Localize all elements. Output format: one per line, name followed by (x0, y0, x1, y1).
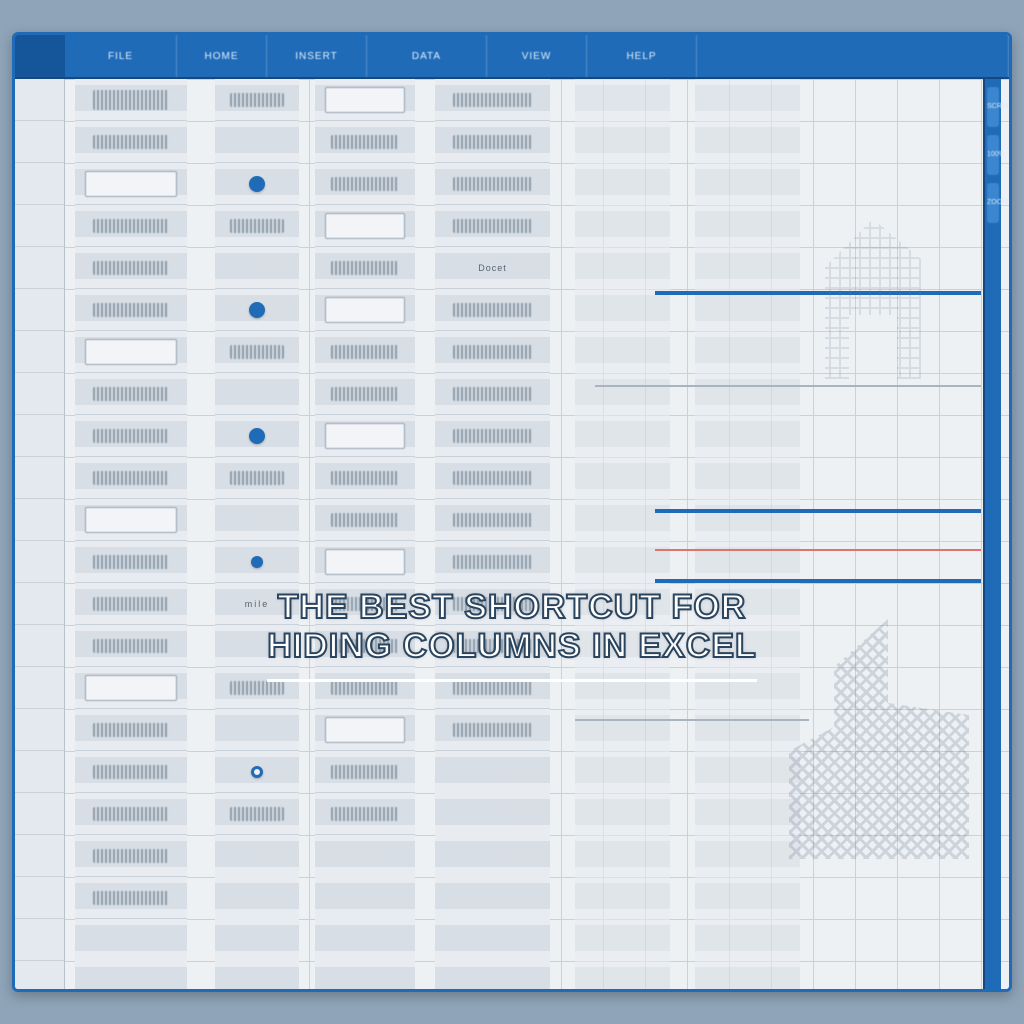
col-header[interactable] (697, 35, 1009, 77)
row-header-gutter[interactable] (15, 79, 65, 989)
col-header[interactable]: DATA (367, 35, 487, 77)
col-header[interactable]: FILE (65, 35, 177, 77)
bullet-marker (215, 415, 299, 457)
chart-line (575, 719, 809, 721)
chart-line (655, 579, 981, 583)
cell-text: Docet (435, 247, 550, 289)
chart-line (595, 385, 981, 387)
col-header[interactable]: VIEW (487, 35, 587, 77)
data-column[interactable]: mile (215, 79, 299, 989)
select-all-corner[interactable] (15, 35, 65, 77)
data-column[interactable] (315, 79, 415, 989)
col-header[interactable]: HELP (587, 35, 697, 77)
col-header[interactable]: HOME (177, 35, 267, 77)
data-column[interactable] (75, 79, 187, 989)
data-column[interactable] (695, 79, 800, 989)
data-column[interactable] (575, 79, 670, 989)
rail-pill: SCROLL (987, 87, 999, 127)
chart-line (655, 291, 981, 295)
data-column[interactable]: Docet (435, 79, 550, 989)
rail-pill: ZOOM (987, 183, 999, 223)
scroll-rail[interactable]: SCROLL 100% ZOOM (983, 79, 1001, 989)
col-header[interactable]: INSERT (267, 35, 367, 77)
column-header-bar: FILE HOME INSERT DATA VIEW HELP (15, 35, 1009, 79)
chart-line (655, 549, 981, 551)
bullet-marker (215, 751, 299, 793)
chart-line (655, 509, 981, 513)
bullet-marker (215, 163, 299, 205)
bullet-marker (215, 541, 299, 583)
app-frame: FILE HOME INSERT DATA VIEW HELP (12, 32, 1012, 992)
cell-text: mile (215, 583, 299, 625)
spreadsheet-grid[interactable]: mile (15, 79, 1009, 989)
rail-pill: 100% (987, 135, 999, 175)
bullet-marker (215, 289, 299, 331)
